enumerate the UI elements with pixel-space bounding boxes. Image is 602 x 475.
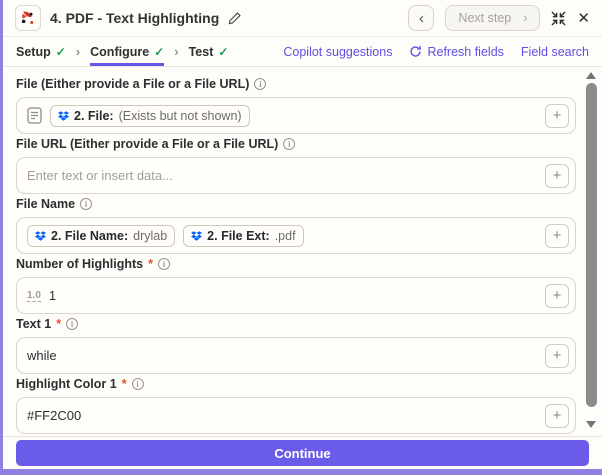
scrollbar-down-arrow[interactable] bbox=[586, 421, 596, 428]
file-name-input[interactable]: 2. File Name: drylab 2. File Ext: .pdf + bbox=[16, 217, 576, 254]
dropbox-icon bbox=[58, 110, 69, 121]
dropbox-icon bbox=[35, 230, 46, 241]
file-url-input[interactable]: Enter text or insert data... + bbox=[16, 157, 576, 194]
token-value: (Exists but not shown) bbox=[118, 108, 242, 123]
step-editor-modal: 4. PDF - Text Highlighting ‹ Next step › bbox=[3, 0, 602, 469]
info-icon[interactable]: i bbox=[80, 198, 93, 210]
info-icon[interactable]: i bbox=[157, 258, 170, 270]
input-placeholder: Enter text or insert data... bbox=[27, 168, 173, 183]
tab-test[interactable]: Test ✓ bbox=[189, 37, 229, 66]
field-file: File (Either provide a File or a File UR… bbox=[16, 76, 576, 134]
info-icon[interactable]: i bbox=[131, 378, 144, 390]
field-label: Number of Highlights bbox=[16, 257, 144, 271]
input-value: #FF2C00 bbox=[27, 408, 82, 423]
insert-data-button[interactable]: + bbox=[545, 403, 569, 428]
required-asterisk: * bbox=[56, 317, 62, 331]
dropbox-icon bbox=[191, 230, 203, 241]
step-tabs: Setup ✓ › Configure ✓ › Test ✓ Copilot s… bbox=[3, 37, 602, 67]
scrollbar-thumb[interactable] bbox=[586, 83, 597, 407]
chevron-separator-icon: › bbox=[174, 44, 179, 59]
mapped-field-token[interactable]: 2. File: (Exists but not shown) bbox=[50, 104, 250, 127]
close-icon[interactable]: ✕ bbox=[577, 11, 590, 26]
continue-button[interactable]: Continue bbox=[16, 440, 589, 466]
check-icon: ✓ bbox=[154, 44, 165, 59]
info-icon[interactable]: i bbox=[66, 318, 79, 330]
field-label: Highlight Color 1 bbox=[16, 377, 117, 391]
modal-footer: Continue bbox=[3, 436, 602, 469]
tab-actions: Copilot suggestions Refresh fields Field… bbox=[283, 37, 589, 66]
field-file-name: File Name i 2. File Name: drylab 2. File… bbox=[16, 196, 576, 254]
token-prefix: 2. File: bbox=[74, 108, 114, 123]
highlight-color-1-input[interactable]: #FF2C00 + bbox=[16, 397, 576, 434]
scrollbar-up-arrow[interactable] bbox=[586, 72, 596, 79]
field-file-url: File URL (Either provide a File or a Fil… bbox=[16, 136, 576, 194]
collapse-icon[interactable] bbox=[551, 10, 566, 26]
check-icon: ✓ bbox=[55, 44, 66, 59]
number-type-icon: 1.0 bbox=[27, 289, 41, 302]
header-actions: ‹ Next step › ✕ bbox=[408, 5, 590, 31]
token-prefix: 2. File Name: bbox=[51, 228, 129, 243]
next-step-label: Next step bbox=[458, 11, 512, 25]
tab-configure[interactable]: Configure ✓ bbox=[90, 37, 165, 66]
chevron-right-icon: › bbox=[523, 11, 528, 25]
chevron-left-icon: ‹ bbox=[418, 9, 424, 27]
info-icon[interactable]: i bbox=[254, 78, 267, 90]
insert-data-button[interactable]: + bbox=[545, 163, 569, 188]
field-text-1: Text 1 * i while + bbox=[16, 316, 576, 374]
previous-step-button[interactable]: ‹ bbox=[408, 5, 435, 31]
required-asterisk: * bbox=[148, 257, 153, 271]
form-content: File (Either provide a File or a File UR… bbox=[3, 67, 602, 436]
text-1-input[interactable]: while + bbox=[16, 337, 576, 374]
document-icon bbox=[27, 107, 42, 124]
token-value: .pdf bbox=[274, 228, 296, 243]
file-input[interactable]: 2. File: (Exists but not shown) + bbox=[16, 97, 576, 134]
insert-data-button[interactable]: + bbox=[545, 283, 569, 308]
refresh-icon bbox=[410, 45, 422, 57]
field-label: File Name bbox=[16, 197, 76, 211]
field-search-link[interactable]: Field search bbox=[521, 45, 589, 59]
input-value: while bbox=[27, 348, 57, 363]
pdfco-logo-icon bbox=[21, 11, 34, 24]
step-title: 4. PDF - Text Highlighting bbox=[50, 10, 220, 26]
tab-test-label: Test bbox=[188, 44, 214, 59]
copilot-suggestions-link[interactable]: Copilot suggestions bbox=[283, 45, 392, 59]
modal-header: 4. PDF - Text Highlighting ‹ Next step › bbox=[3, 0, 602, 37]
field-label: File URL (Either provide a File or a Fil… bbox=[16, 137, 279, 151]
insert-data-button[interactable]: + bbox=[545, 343, 569, 368]
edit-title-icon[interactable] bbox=[228, 11, 242, 25]
tab-setup-label: Setup bbox=[16, 44, 51, 59]
mapped-field-token[interactable]: 2. File Ext: .pdf bbox=[183, 224, 304, 247]
field-label: Text 1 bbox=[16, 317, 52, 331]
check-icon: ✓ bbox=[218, 44, 229, 59]
tab-setup[interactable]: Setup ✓ bbox=[16, 37, 66, 66]
tab-configure-label: Configure bbox=[90, 44, 150, 59]
field-number-of-highlights: Number of Highlights * i 1.0 1 + bbox=[16, 256, 576, 314]
chevron-separator-icon: › bbox=[75, 44, 81, 59]
mapped-field-token[interactable]: 2. File Name: drylab bbox=[27, 224, 176, 247]
info-icon[interactable]: i bbox=[283, 138, 296, 150]
insert-data-button[interactable]: + bbox=[545, 103, 569, 128]
refresh-fields-link[interactable]: Refresh fields bbox=[409, 45, 504, 59]
token-value: drylab bbox=[133, 228, 168, 243]
field-highlight-color-1: Highlight Color 1 * i #FF2C00 + bbox=[16, 376, 576, 434]
field-label: File (Either provide a File or a File UR… bbox=[16, 77, 250, 91]
input-value: 1 bbox=[48, 288, 57, 303]
next-step-button[interactable]: Next step › bbox=[445, 5, 541, 31]
number-of-highlights-input[interactable]: 1.0 1 + bbox=[16, 277, 576, 314]
required-asterisk: * bbox=[121, 377, 127, 391]
pdfco-app-icon bbox=[15, 5, 41, 31]
insert-data-button[interactable]: + bbox=[545, 223, 569, 248]
token-prefix: 2. File Ext: bbox=[207, 228, 270, 243]
